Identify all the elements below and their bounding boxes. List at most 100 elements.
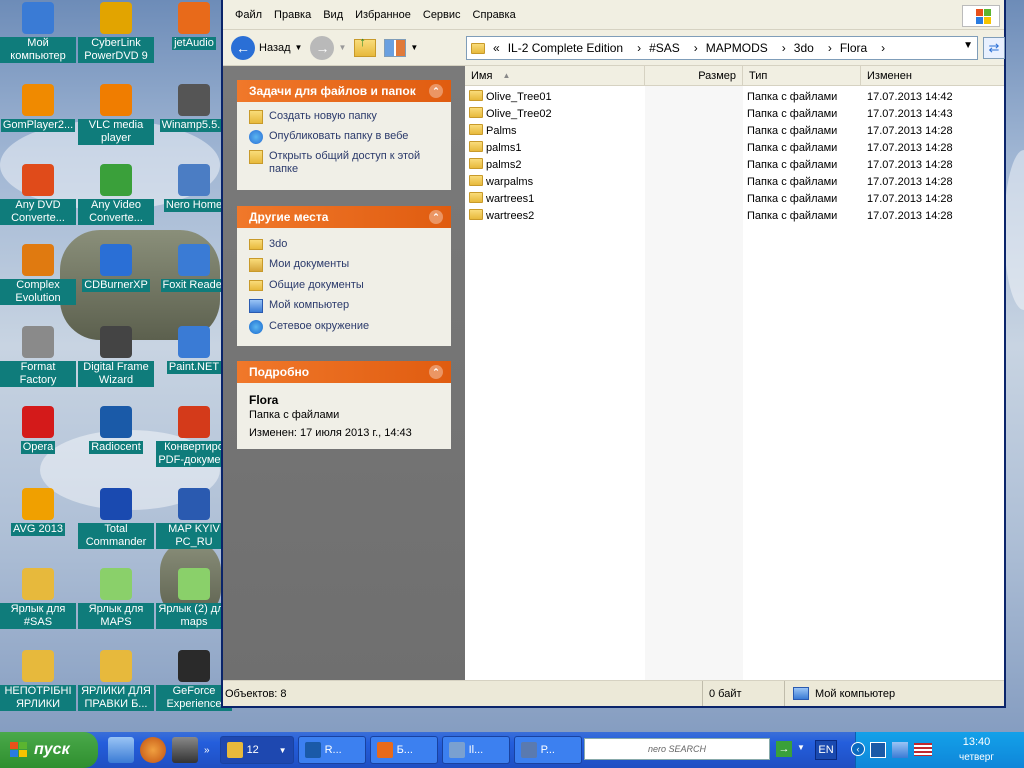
radiocent-tray-icon[interactable] [870, 742, 886, 758]
file-row[interactable]: warpalms Папка с файлами 17.07.2013 14:28 [465, 173, 1004, 190]
chevron-down-icon[interactable]: ▼ [295, 43, 303, 52]
taskbar-button[interactable]: Р... [513, 736, 582, 764]
desktop-icon[interactable]: Complex Evolution [0, 244, 76, 308]
menu-tools[interactable]: Сервис [417, 9, 467, 21]
desktop-icon[interactable]: Ярлык для #SAS [0, 568, 76, 632]
taskbar-button[interactable]: Б... [369, 736, 438, 764]
place-3do[interactable]: 3do [249, 238, 441, 251]
crumb-flora[interactable]: Flora [840, 41, 867, 55]
tasks-panel-header[interactable]: Задачи для файлов и папок ⌃ [237, 80, 451, 102]
quicklaunch-media-icon[interactable] [140, 737, 166, 763]
column-modified[interactable]: Изменен [861, 66, 1004, 85]
desktop-icon[interactable]: Radiocent [78, 406, 154, 457]
task-publish-web[interactable]: Опубликовать папку в вебе [249, 130, 441, 144]
desktop-icon[interactable]: Мой компьютер [0, 2, 76, 66]
column-name[interactable]: Имя ▲ [465, 66, 645, 85]
desktop-icon[interactable]: Ярлык для MAPS [78, 568, 154, 632]
network-tray-icon[interactable] [892, 742, 908, 758]
desktop-icon[interactable]: Format Factory [0, 326, 76, 390]
clock[interactable]: 13:40 четверг [959, 736, 994, 763]
language-indicator[interactable]: EN [815, 740, 837, 760]
details-panel-header[interactable]: Подробно ⌃ [237, 361, 451, 383]
menu-help[interactable]: Справка [467, 9, 522, 21]
chevron-down-icon[interactable]: ▼ [797, 743, 805, 752]
up-folder-button[interactable]: ↑ [354, 34, 377, 57]
desktop-icon[interactable]: AVG 2013 [0, 488, 76, 539]
desktop-icon[interactable]: Digital Frame Wizard [78, 326, 154, 390]
desktop-icon[interactable]: Total Commander [78, 488, 154, 552]
folder-group-icon [226, 742, 243, 758]
back-button[interactable]: ← Назад ▼ [231, 35, 303, 60]
crumb-il2[interactable]: IL-2 Complete Edition [508, 41, 623, 55]
desktop-icon[interactable]: Opera [0, 406, 76, 457]
desktop-icon-label: Opera [20, 441, 56, 454]
file-row[interactable]: Olive_Tree02 Папка с файлами 17.07.2013 14… [465, 105, 1004, 122]
file-row[interactable]: wartrees2 Папка с файлами 17.07.2013 14:28 [465, 207, 1004, 224]
desktop-icon[interactable]: Any DVD Converte... [0, 164, 76, 228]
desktop-icon-label: CyberLink PowerDVD 9 [78, 37, 154, 63]
menu-view[interactable]: Вид [317, 9, 349, 21]
column-type[interactable]: Тип [743, 66, 861, 85]
file-row[interactable]: Palms Папка с файлами 17.07.2013 14:28 [465, 122, 1004, 139]
collapse-icon[interactable]: ⌃ [429, 210, 443, 224]
status-size: 0 байт [709, 687, 742, 700]
collapse-icon[interactable]: ⌃ [429, 84, 443, 98]
crumb-sas[interactable]: #SAS [649, 41, 680, 55]
desktop-icon[interactable]: CDBurnerXP [78, 244, 154, 295]
desktop-icon[interactable]: НЕПОТРІБНІ ЯРЛИКИ [0, 650, 76, 714]
crumb-mapmods[interactable]: MAPMODS [706, 41, 768, 55]
menu-edit[interactable]: Правка [268, 9, 317, 21]
file-row[interactable]: Olive_Tree01 Папка с файлами 17.07.2013 14… [465, 88, 1004, 105]
place-network[interactable]: Сетевое окружение [249, 320, 441, 334]
task-share-folder[interactable]: Открыть общий доступ к этой папке [249, 150, 441, 176]
search-go-icon[interactable]: → [776, 741, 792, 757]
crumb-separator: › [881, 41, 886, 55]
place-my-computer[interactable]: Мой компьютер [249, 299, 441, 313]
file-type: Папка с файлами [747, 141, 838, 154]
views-button[interactable]: ▼ [384, 38, 418, 57]
file-row[interactable]: wartrees1 Папка с файлами 17.07.2013 14:28 [465, 190, 1004, 207]
taskbar-button[interactable]: R... [297, 736, 366, 764]
tray-expand-icon[interactable]: ‹ [851, 742, 865, 756]
place-my-documents[interactable]: Мои документы [249, 258, 441, 272]
places-panel-header[interactable]: Другие места ⌃ [237, 206, 451, 228]
address-bar[interactable]: « IL-2 Complete Edition › #SAS › MAPMODS… [466, 36, 978, 60]
nero-search-box[interactable]: nero SEARCH [584, 738, 770, 760]
go-button[interactable]: ⇄ [983, 37, 1005, 59]
desktop-icon[interactable]: Any Video Converte... [78, 164, 154, 228]
show-desktop-icon[interactable] [108, 737, 134, 763]
desktop-icon[interactable]: GomPlayer2... [0, 84, 76, 135]
desktop-icon[interactable]: ЯРЛИКИ ДЛЯ ПРАВКИ Б... [78, 650, 154, 714]
quicklaunch-video-icon[interactable] [172, 737, 198, 763]
taskbar-button[interactable]: 12 ▼ [219, 736, 294, 764]
desktop-icon-label: Any Video Converte... [78, 199, 154, 225]
place-shared-documents[interactable]: Общие документы [249, 279, 441, 292]
collapse-icon[interactable]: ⌃ [429, 365, 443, 379]
crumb-3do[interactable]: 3do [794, 41, 814, 55]
desktop-icon-label: Digital Frame Wizard [78, 361, 154, 387]
address-dropdown-icon[interactable]: ▼ [963, 40, 973, 51]
file-type: Папка с файлами [747, 192, 838, 205]
taskbar-button[interactable]: Il... [441, 736, 510, 764]
folder-icon [22, 650, 54, 682]
us-flag-icon[interactable] [914, 743, 932, 756]
radiocent-icon [100, 406, 132, 438]
start-button[interactable]: пуск [0, 732, 98, 768]
chevron-down-icon[interactable]: ▼ [410, 43, 418, 52]
taskbar-button-label: Р... [540, 744, 555, 756]
desktop-icon[interactable]: VLC media player [78, 84, 154, 148]
column-size[interactable]: Размер [645, 66, 743, 85]
menu-file[interactable]: Файл [229, 9, 268, 21]
folder-icon [469, 141, 483, 152]
desktop-icon[interactable]: CyberLink PowerDVD 9 [78, 2, 154, 66]
task-new-folder[interactable]: Создать новую папку [249, 110, 441, 124]
menu-favorites[interactable]: Избранное [349, 9, 417, 21]
clock-time: 13:40 [962, 736, 991, 748]
quicklaunch-expand-icon[interactable]: » [204, 745, 210, 756]
details-modified: Изменен: 17 июля 2013 г., 14:43 [249, 427, 412, 439]
file-row[interactable]: palms2 Папка с файлами 17.07.2013 14:28 [465, 156, 1004, 173]
desktop-icon-label: Мой компьютер [0, 37, 76, 63]
chevron-down-icon[interactable]: ▼ [338, 43, 346, 52]
file-row[interactable]: palms1 Папка с файлами 17.07.2013 14:28 [465, 139, 1004, 156]
forward-button[interactable]: → ▼ [310, 35, 346, 60]
